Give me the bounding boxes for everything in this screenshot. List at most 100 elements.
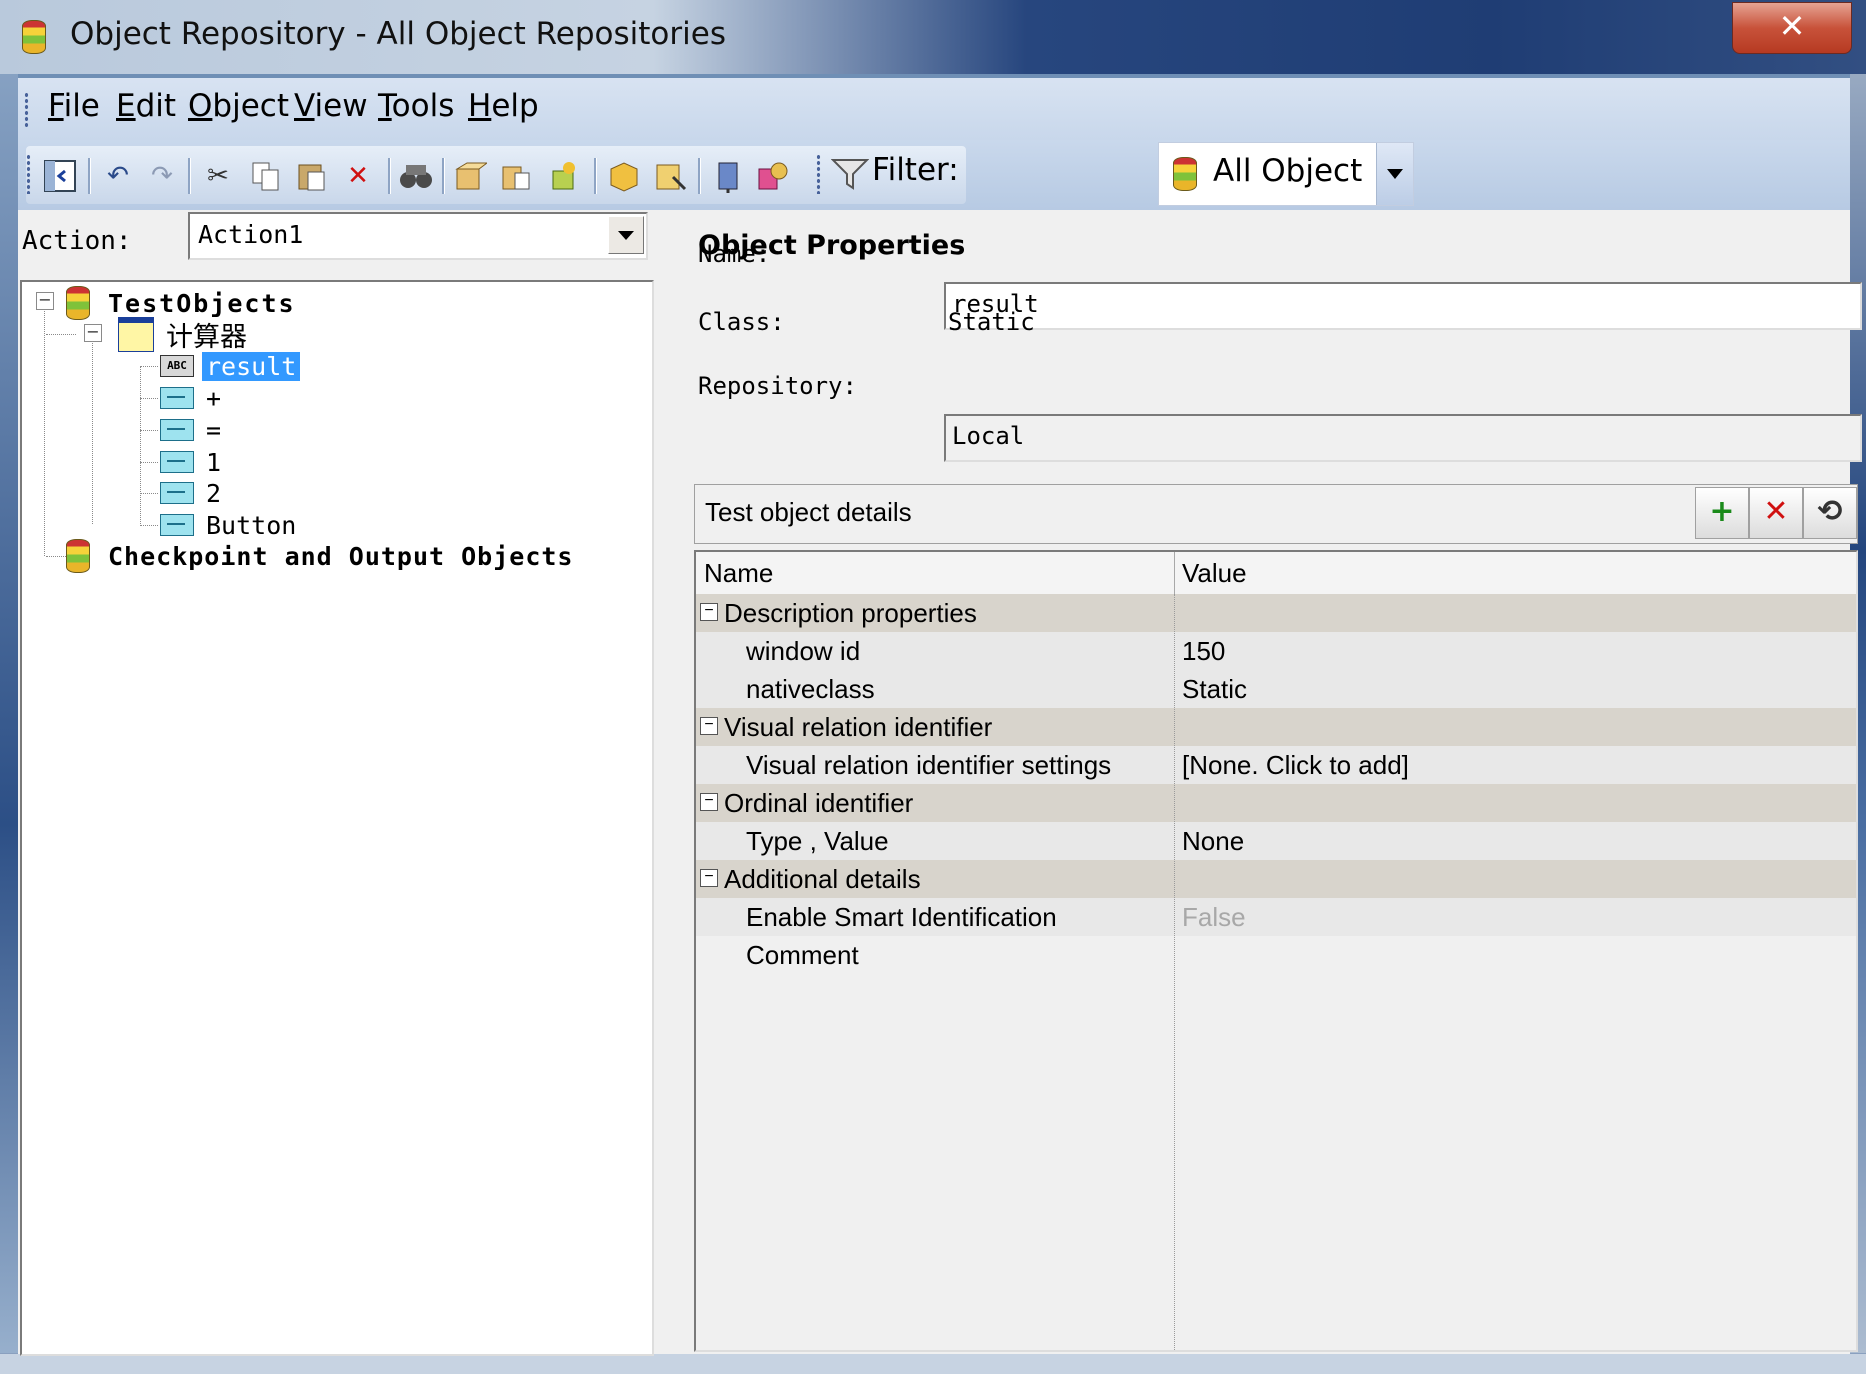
category-row[interactable]: − Additional details xyxy=(696,860,1856,898)
cut-icon[interactable]: ✂ xyxy=(198,156,238,196)
property-row[interactable]: Visual relation identifier settings [Non… xyxy=(696,746,1856,784)
tree-node-1[interactable]: 1 xyxy=(160,445,225,479)
tree-node-equals[interactable]: = xyxy=(160,413,225,447)
remove-property-button[interactable]: ✕ xyxy=(1749,487,1803,539)
close-button[interactable]: ✕ xyxy=(1732,2,1852,54)
tree-node-plus[interactable]: + xyxy=(160,381,225,415)
category-row[interactable]: − Description properties xyxy=(696,594,1856,632)
property-row[interactable]: window id 150 xyxy=(696,632,1856,670)
tree-line xyxy=(140,366,158,368)
property-value[interactable]: None xyxy=(1182,826,1244,857)
object-tree[interactable]: − TestObjects − 计算器 ABC result + = 1 2 B… xyxy=(20,280,654,1356)
repository-icon xyxy=(1173,157,1197,191)
toolbar-separator xyxy=(188,158,191,194)
tree-node-label: 计算器 xyxy=(166,321,247,353)
collapse-icon[interactable]: − xyxy=(36,292,54,310)
delete-icon[interactable]: ✕ xyxy=(338,156,378,196)
collapse-icon[interactable]: − xyxy=(700,603,718,621)
toolbar-buttons: ↶ ↷ ✂ ✕ xyxy=(26,146,966,204)
toggle-pane-icon[interactable] xyxy=(40,156,80,196)
toolbar-separator xyxy=(388,158,391,194)
menu-view[interactable]: View xyxy=(294,88,368,124)
tree-node-window[interactable]: 计算器 xyxy=(118,316,251,353)
column-divider xyxy=(1174,594,1176,1350)
button-object-icon xyxy=(160,451,194,473)
object-spy-icon[interactable] xyxy=(752,156,792,196)
tree-line xyxy=(140,462,158,464)
class-label: Class: xyxy=(698,308,785,336)
repository-icon xyxy=(66,539,90,573)
tree-node-2[interactable]: 2 xyxy=(160,476,225,510)
tree-node-checkpoint-objects[interactable]: Checkpoint and Output Objects xyxy=(66,539,578,573)
filter-grip[interactable] xyxy=(816,154,821,194)
menu-help[interactable]: Help xyxy=(468,88,539,124)
menu-edit[interactable]: Edit xyxy=(116,88,176,124)
property-name: Visual relation identifier settings xyxy=(746,750,1112,780)
update-from-app-icon[interactable] xyxy=(496,156,536,196)
toolbar: ↶ ↷ ✂ ✕ Filter: All Object xyxy=(18,140,1850,210)
filter-value: All Object xyxy=(1213,153,1363,189)
tree-line xyxy=(140,493,158,495)
property-row[interactable]: Comment xyxy=(696,936,1856,974)
property-row[interactable]: Enable Smart Identification False xyxy=(696,898,1856,936)
action-value: Action1 xyxy=(198,220,304,249)
tree-line xyxy=(140,398,158,400)
repository-icon xyxy=(22,20,46,54)
chevron-down-icon[interactable] xyxy=(608,216,644,254)
add-object-icon[interactable] xyxy=(544,156,584,196)
tree-node-label: result xyxy=(202,351,301,381)
repository-field: Local xyxy=(944,414,1862,462)
property-name: window id xyxy=(746,636,861,666)
highlight-icon[interactable] xyxy=(650,156,690,196)
menu-tools[interactable]: Tools xyxy=(378,88,454,124)
property-value[interactable]: [None. Click to add] xyxy=(1182,750,1409,781)
redo-icon[interactable]: ↷ xyxy=(142,156,182,196)
add-objects-icon[interactable] xyxy=(450,156,490,196)
static-text-icon: ABC xyxy=(160,355,194,377)
undo-icon[interactable]: ↶ xyxy=(98,156,138,196)
object-repository-window: Object Repository - All Object Repositor… xyxy=(0,0,1866,1374)
button-object-icon xyxy=(160,419,194,441)
property-row[interactable]: nativeclass Static xyxy=(696,670,1856,708)
add-property-button[interactable]: + xyxy=(1695,487,1749,539)
menubar-grip[interactable] xyxy=(24,92,29,128)
collapse-icon[interactable]: − xyxy=(700,793,718,811)
column-separator[interactable] xyxy=(1174,552,1175,594)
name-field[interactable]: result xyxy=(944,282,1862,330)
collapse-icon[interactable]: − xyxy=(700,717,718,735)
toolbar-grip[interactable] xyxy=(26,154,31,194)
property-value[interactable]: Static xyxy=(1182,674,1247,705)
find-icon[interactable] xyxy=(396,156,436,196)
repository-icon xyxy=(66,286,90,320)
tree-node-result[interactable]: ABC result xyxy=(160,349,301,383)
button-object-icon xyxy=(160,514,194,536)
menu-file[interactable]: File xyxy=(48,88,100,124)
category-row[interactable]: − Visual relation identifier xyxy=(696,708,1856,746)
category-row[interactable]: − Ordinal identifier xyxy=(696,784,1856,822)
chevron-down-icon[interactable] xyxy=(1376,143,1413,205)
property-value[interactable]: 150 xyxy=(1182,636,1225,667)
category-label: Additional details xyxy=(724,864,921,894)
category-label: Description properties xyxy=(724,598,977,628)
filter-dropdown[interactable]: All Object xyxy=(1158,142,1414,206)
column-header-value[interactable]: Value xyxy=(1182,558,1247,589)
title-bar[interactable]: Object Repository - All Object Repositor… xyxy=(0,0,1866,74)
category-label: Visual relation identifier xyxy=(724,712,993,742)
collapse-icon[interactable]: − xyxy=(84,324,102,342)
column-header-name[interactable]: Name xyxy=(704,558,773,589)
paste-icon[interactable] xyxy=(292,156,332,196)
tree-node-button[interactable]: Button xyxy=(160,508,300,542)
name-label: Name: xyxy=(698,240,771,268)
refresh-icon[interactable]: ⟲ xyxy=(1803,487,1857,539)
copy-icon[interactable] xyxy=(246,156,286,196)
class-value: Static xyxy=(948,308,1035,336)
action-dropdown[interactable]: Action1 xyxy=(188,212,648,260)
property-value: False xyxy=(1182,902,1246,932)
object-icon[interactable] xyxy=(604,156,644,196)
grid-header: Name Value xyxy=(696,552,1856,595)
locate-icon[interactable] xyxy=(708,156,748,196)
property-row[interactable]: Type , Value None xyxy=(696,822,1856,860)
action-label: Action: xyxy=(22,226,132,256)
collapse-icon[interactable]: − xyxy=(700,869,718,887)
menu-object[interactable]: Object xyxy=(188,88,289,124)
